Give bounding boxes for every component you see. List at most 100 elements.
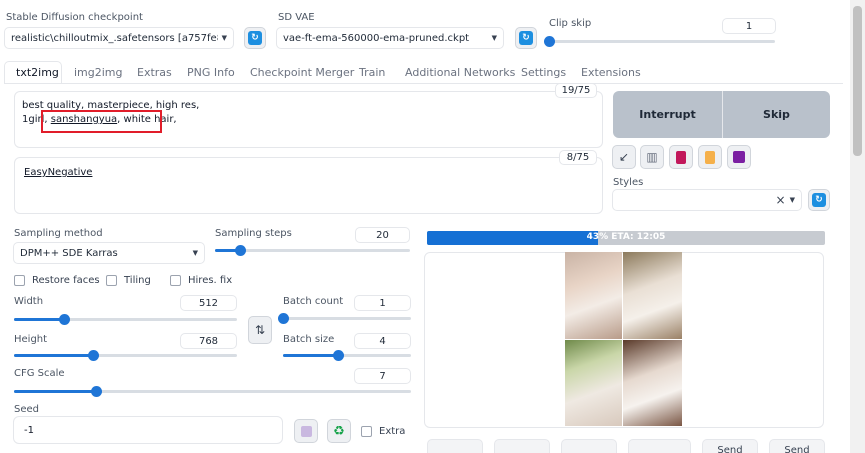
clear-prompt-button[interactable]: ▥	[640, 145, 664, 169]
refresh-vae-button[interactable]: ↻	[515, 27, 537, 49]
swap-icon: ⇅	[254, 323, 266, 337]
sampling-steps-label: Sampling steps	[215, 228, 292, 239]
progress-text: 43% ETA: 12:05	[586, 232, 666, 242]
slider-thumb[interactable]	[332, 350, 344, 361]
width-slider[interactable]	[14, 312, 237, 326]
highlight-annotation-box	[41, 110, 162, 133]
styles-label: Styles	[613, 177, 644, 188]
clip-skip-label: Clip skip	[549, 18, 592, 29]
tab-train[interactable]: Train	[359, 66, 385, 79]
scrollbar[interactable]	[850, 0, 865, 453]
zip-button[interactable]	[561, 439, 617, 453]
cfg-scale-label: CFG Scale	[14, 368, 65, 379]
cfg-scale-input[interactable]: 7	[354, 368, 411, 384]
height-slider[interactable]	[14, 348, 237, 362]
prompt-token-counter: 19/75	[555, 83, 597, 98]
save-style-button[interactable]	[727, 145, 751, 169]
tiling-checkbox[interactable]: Tiling	[106, 275, 151, 286]
chevron-down-icon: ▼	[491, 34, 497, 42]
batch-count-input[interactable]: 1	[354, 295, 411, 311]
extra-seed-checkbox[interactable]: Extra	[361, 426, 405, 437]
send-to-extras-button[interactable]: Send	[769, 439, 825, 453]
tab-img2img[interactable]: img2img	[74, 66, 123, 79]
tab-additional-networks[interactable]: Additional Networks	[405, 66, 515, 79]
height-input[interactable]: 768	[180, 333, 237, 349]
batch-count-label: Batch count	[283, 296, 344, 307]
tab-settings[interactable]: Settings	[521, 66, 566, 79]
styles-select[interactable]: × ▼	[612, 189, 802, 211]
slider-thumb[interactable]	[234, 245, 246, 256]
refresh-checkpoint-button[interactable]: ↻	[244, 27, 266, 49]
scrollbar-thumb[interactable]	[853, 6, 862, 156]
checkpoint-label: Stable Diffusion checkpoint	[6, 12, 143, 23]
generated-image[interactable]	[623, 340, 682, 426]
refresh-icon: ↻	[248, 31, 262, 45]
generated-image[interactable]	[565, 340, 622, 426]
refresh-icon: ↻	[519, 31, 533, 45]
skip-button[interactable]: Skip	[723, 91, 830, 138]
sampling-steps-slider[interactable]	[215, 243, 410, 257]
read-params-button[interactable]: ↙	[612, 145, 636, 169]
floppy-disk-icon	[733, 151, 745, 163]
slider-thumb[interactable]	[88, 350, 100, 361]
interrupt-button[interactable]: Interrupt	[613, 91, 722, 138]
sampling-steps-input[interactable]: 20	[355, 227, 410, 243]
chevron-down-icon: ▼	[789, 196, 795, 204]
red-card-icon	[676, 150, 686, 164]
slider-thumb[interactable]	[278, 313, 289, 324]
dice-icon	[300, 425, 312, 437]
batch-size-slider[interactable]	[283, 348, 411, 362]
sampling-method-select[interactable]: DPM++ SDE Karras ▼	[13, 242, 205, 264]
sampling-method-label: Sampling method	[14, 228, 103, 239]
seed-input[interactable]: -1	[13, 416, 283, 444]
clipboard-icon	[705, 150, 715, 164]
slider-thumb[interactable]	[544, 36, 555, 47]
arrow-icon: ↙	[618, 150, 630, 164]
tab-txt2img[interactable]: txt2img	[16, 66, 59, 79]
slider-thumb[interactable]	[59, 314, 71, 325]
vae-label: SD VAE	[278, 12, 315, 23]
tab-extras[interactable]: Extras	[137, 66, 172, 79]
hires-fix-checkbox[interactable]: Hires. fix	[170, 275, 232, 286]
negative-prompt-textarea[interactable]	[14, 157, 603, 214]
restore-faces-checkbox[interactable]: Restore faces	[14, 275, 100, 286]
send-to-inpaint-button[interactable]: Send	[702, 439, 758, 453]
save-button[interactable]	[494, 439, 550, 453]
extra-networks-button[interactable]	[669, 145, 693, 169]
clip-skip-input[interactable]: 1	[722, 18, 776, 34]
send-to-img2img-button[interactable]	[628, 439, 691, 453]
generated-image[interactable]	[565, 252, 622, 339]
refresh-icon: ↻	[812, 193, 826, 207]
negative-token-counter: 8/75	[559, 150, 597, 165]
vae-value: vae-ft-ema-560000-ema-pruned.ckpt	[283, 32, 470, 44]
generated-image[interactable]	[623, 252, 682, 339]
width-input[interactable]: 512	[180, 295, 237, 311]
swap-dimensions-button[interactable]: ⇅	[248, 316, 272, 344]
tab-extensions[interactable]: Extensions	[581, 66, 641, 79]
tab-checkpoint-merger[interactable]: Checkpoint Merger	[250, 66, 354, 79]
image-grid[interactable]	[565, 252, 682, 426]
seed-label: Seed	[14, 404, 39, 415]
batch-size-input[interactable]: 4	[354, 333, 411, 349]
cfg-scale-slider[interactable]	[14, 384, 411, 398]
clear-icon[interactable]: ×	[776, 193, 786, 207]
apply-style-button[interactable]	[698, 145, 722, 169]
tab-png-info[interactable]: PNG Info	[187, 66, 235, 79]
checkpoint-select[interactable]: realistic\chilloutmix_.safetensors [a757…	[4, 27, 234, 49]
progress-bar: 43% ETA: 12:05	[427, 231, 825, 245]
open-folder-button[interactable]	[427, 439, 483, 453]
reuse-seed-button[interactable]: ♻	[327, 419, 351, 443]
batch-count-slider[interactable]	[278, 311, 411, 325]
refresh-styles-button[interactable]: ↻	[808, 189, 830, 211]
trash-icon: ▥	[646, 150, 658, 164]
slider-thumb[interactable]	[91, 386, 103, 397]
checkpoint-value: realistic\chilloutmix_.safetensors [a757…	[11, 32, 218, 44]
batch-size-label: Batch size	[283, 334, 335, 345]
width-label: Width	[14, 296, 44, 307]
chevron-down-icon: ▼	[192, 249, 198, 257]
random-seed-button[interactable]	[294, 419, 318, 443]
vae-select[interactable]: vae-ft-ema-560000-ema-pruned.ckpt ▼	[276, 27, 504, 49]
sampling-method-value: DPM++ SDE Karras	[20, 247, 118, 259]
recycle-icon: ♻	[333, 423, 345, 439]
clip-skip-slider[interactable]	[544, 34, 775, 48]
